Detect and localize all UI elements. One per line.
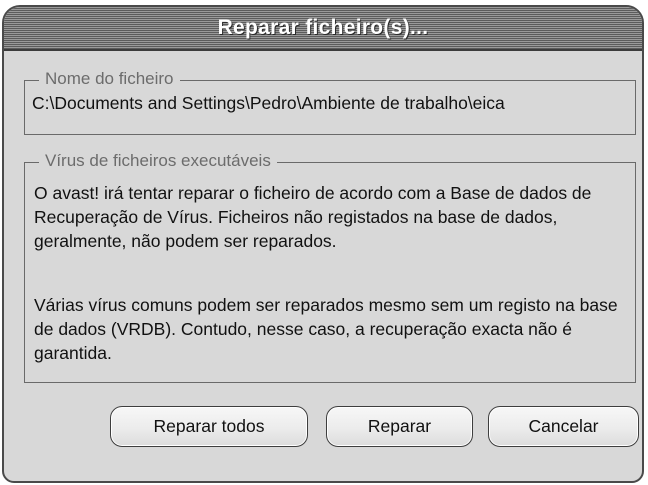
vrdb-note-text: Várias vírus comuns podem ser reparados … [34,295,618,363]
virus-info-group: Vírus de ficheiros executáveis O avast! … [24,151,636,383]
cancel-button[interactable]: Cancelar [488,406,639,447]
repair-all-button[interactable]: Reparar todos [110,406,308,447]
repair-description-text: O avast! irá tentar reparar o ficheiro d… [34,183,592,251]
repair-button[interactable]: Reparar [326,406,473,447]
repair-dialog: Reparar ficheiro(s)... Nome do ficheiro … [2,5,644,483]
virus-info-group-label: Vírus de ficheiros executáveis [39,151,277,171]
file-name-group: Nome do ficheiro C:\Documents and Settin… [24,69,636,135]
file-path-value: C:\Documents and Settings\Pedro\Ambiente… [32,93,505,113]
dialog-title: Reparar ficheiro(s)... [217,16,429,39]
title-bar[interactable]: Reparar ficheiro(s)... [4,7,642,51]
file-name-group-label: Nome do ficheiro [39,69,180,89]
